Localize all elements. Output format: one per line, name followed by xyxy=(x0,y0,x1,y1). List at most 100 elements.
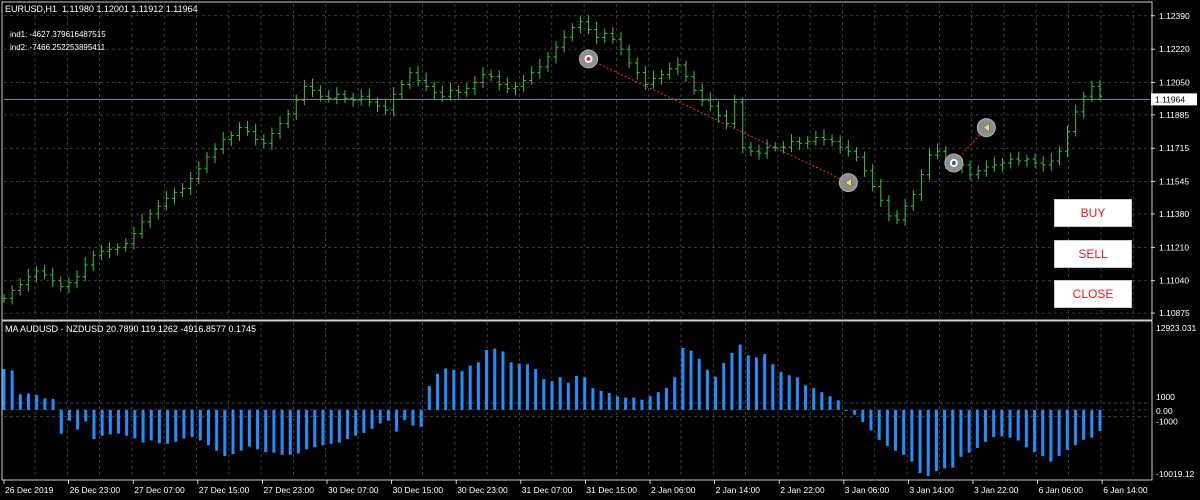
price-tick-label: 1.11715 xyxy=(1159,143,1189,153)
time-tick-label: 27 Dec 15:00 xyxy=(199,485,250,495)
histogram-bar xyxy=(943,409,947,469)
histogram-bar xyxy=(828,396,832,410)
time-tick-label: 6 Jan 06:00 xyxy=(1039,485,1084,495)
histogram-bar xyxy=(329,409,333,444)
histogram-bar xyxy=(419,409,423,427)
histogram-bar xyxy=(182,409,186,439)
histogram-bar xyxy=(84,409,88,422)
buy-button[interactable]: BUY xyxy=(1054,199,1132,227)
histogram-bar xyxy=(754,357,758,410)
histogram-bar xyxy=(157,409,161,444)
histogram-bar xyxy=(967,409,971,453)
histogram-bar xyxy=(599,390,603,410)
sub-tick-label: 0.00 xyxy=(1156,406,1173,416)
histogram-bar xyxy=(861,409,865,423)
histogram-bar xyxy=(1065,409,1069,450)
histogram-bar xyxy=(264,409,268,453)
histogram-bar xyxy=(665,388,669,410)
histogram-bar xyxy=(67,409,71,421)
histogram-bar xyxy=(820,392,824,410)
histogram-bar xyxy=(681,347,685,410)
histogram-bar xyxy=(231,409,235,455)
histogram-bar xyxy=(1000,409,1004,437)
histogram-bar xyxy=(812,388,816,410)
histogram-bar xyxy=(51,398,55,410)
sub-tick-label: 1000 xyxy=(1156,392,1175,402)
histogram-bar xyxy=(460,371,464,410)
time-tick-label: 26 Dec 23:00 xyxy=(70,485,121,495)
histogram-bar xyxy=(117,409,121,434)
histogram-bar xyxy=(910,409,914,462)
histogram-bar xyxy=(779,371,783,410)
histogram-bar xyxy=(566,382,570,410)
time-tick-label: 3 Jan 14:00 xyxy=(909,485,954,495)
histogram-bar xyxy=(280,409,284,455)
histogram-bar xyxy=(804,385,808,410)
histogram-bar xyxy=(100,409,104,436)
histogram-bar xyxy=(902,409,906,455)
histogram-bar xyxy=(149,409,153,441)
histogram-bar xyxy=(2,369,6,410)
histogram-bar xyxy=(395,409,399,432)
sell-button[interactable]: SELL xyxy=(1054,240,1132,268)
subwindow-label: MA AUDUSD - NZDUSD 20.7890 119.1262 -491… xyxy=(5,324,256,334)
histogram-bar xyxy=(18,394,22,410)
histogram-bar xyxy=(305,409,309,450)
time-tick-label: 2 Jan 14:00 xyxy=(716,485,761,495)
histogram-bar xyxy=(141,409,145,443)
histogram-bar xyxy=(918,409,922,474)
histogram-bar xyxy=(534,369,538,410)
price-tick-label: 1.10875 xyxy=(1159,308,1190,318)
price-tick-label: 1.12390 xyxy=(1159,11,1190,21)
histogram-bar xyxy=(337,409,341,443)
histogram-bar xyxy=(673,377,677,410)
histogram-bar xyxy=(43,398,47,410)
price-tick-label: 1.11380 xyxy=(1159,209,1189,219)
histogram-bar xyxy=(640,399,644,410)
histogram-bar xyxy=(558,377,562,410)
time-tick-label: 2 Jan 22:00 xyxy=(780,485,825,495)
time-tick-label: 30 Dec 07:00 xyxy=(328,485,379,495)
histogram-bar xyxy=(427,386,431,410)
price-tick-label: 1.11040 xyxy=(1159,276,1189,286)
histogram-bar xyxy=(607,392,611,410)
histogram-bar xyxy=(378,409,382,424)
sub-tick-label: -1000 xyxy=(1156,417,1178,427)
histogram-bar xyxy=(256,409,260,450)
histogram-bar xyxy=(885,409,889,446)
histogram-bar xyxy=(346,409,350,440)
entry-marker xyxy=(579,49,599,69)
histogram-bar xyxy=(844,409,848,411)
histogram-bar xyxy=(27,393,31,410)
histogram-bar xyxy=(763,354,767,410)
histogram-bar xyxy=(35,394,39,410)
price-tick-label: 1.12050 xyxy=(1159,78,1190,88)
histogram-bar xyxy=(468,365,472,410)
histogram-bar xyxy=(934,409,938,472)
histogram-bar xyxy=(476,362,480,410)
histogram-bar xyxy=(1098,409,1102,431)
histogram-bar xyxy=(591,388,595,410)
histogram-bar xyxy=(738,344,742,410)
histogram-bar xyxy=(550,381,554,410)
sub-tick-label: -10019.12 xyxy=(1156,469,1195,479)
histogram-bar xyxy=(787,375,791,410)
histogram-bar xyxy=(1016,409,1020,441)
time-tick-label: 6 Jan 14:00 xyxy=(1103,485,1148,495)
histogram-bar xyxy=(133,409,137,439)
histogram-bar xyxy=(206,409,210,446)
time-tick-label: 26 Dec 2019 xyxy=(5,485,53,495)
histogram-bar xyxy=(771,364,775,410)
histogram-bar xyxy=(894,409,898,451)
exit-marker xyxy=(838,173,858,193)
histogram-bar xyxy=(403,409,407,421)
histogram-bar xyxy=(624,397,628,410)
time-tick-label: 27 Dec 23:00 xyxy=(263,485,314,495)
histogram-bar xyxy=(1024,409,1028,448)
close-button[interactable]: CLOSE xyxy=(1054,280,1132,308)
histogram-bar xyxy=(198,409,202,441)
time-tick-label: 30 Dec 23:00 xyxy=(457,485,508,495)
chart-canvas: 1.11964 1.12390 1.12220 1.12050 1.11885 1.11… xyxy=(0,0,1200,500)
marker-core xyxy=(586,56,591,61)
marker-core xyxy=(951,160,956,165)
